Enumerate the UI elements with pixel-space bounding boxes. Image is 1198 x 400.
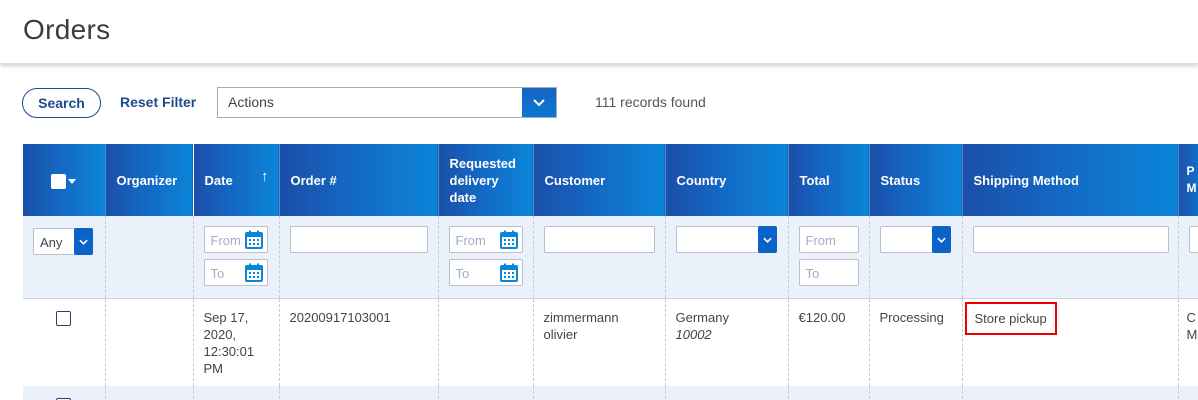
cell-date: Sep 17, 2020, 12:30:01 PM: [193, 297, 280, 386]
cell-total: €120.00: [788, 297, 870, 386]
chevron-down-icon[interactable]: [757, 226, 777, 253]
chevron-down-icon[interactable]: [74, 228, 93, 255]
calendar-icon[interactable]: [499, 263, 518, 282]
calendar-icon[interactable]: [244, 230, 263, 249]
reset-filter-link[interactable]: Reset Filter: [120, 94, 196, 110]
cell-order-number[interactable]: 20200917103001: [279, 297, 439, 386]
select-filter-value: Any: [40, 235, 63, 250]
col-requested-delivery-date[interactable]: Requested delivery date: [438, 144, 534, 216]
cell-customer: zimmermann olivier: [533, 297, 666, 386]
cell-shipping-method: Store pickup: [962, 297, 1179, 386]
cell-country: Germany 10002: [665, 297, 789, 386]
select-all-header[interactable]: [23, 144, 106, 216]
actions-select[interactable]: Actions: [217, 87, 557, 118]
col-shipping-method[interactable]: Shipping Method: [962, 144, 1179, 216]
col-payment-method[interactable]: P M: [1178, 144, 1198, 216]
total-from-input[interactable]: From: [798, 226, 859, 253]
toolbar: Search Reset Filter Actions 111 records …: [0, 86, 1198, 120]
col-date-label: Date: [204, 172, 233, 188]
calendar-icon[interactable]: [244, 263, 263, 282]
select-all-checkbox[interactable]: [51, 173, 67, 189]
table-row[interactable]: Sep 17, 2020, 12:30:01 PM 20200917103001…: [23, 297, 1198, 386]
col-order[interactable]: Order #: [279, 144, 439, 216]
orders-grid: Organizer Date ↑ Order # Requested deliv…: [23, 144, 1198, 400]
col-payment-partial: P M: [1186, 164, 1197, 195]
orders-table: Organizer Date ↑ Order # Requested deliv…: [23, 144, 1198, 400]
col-total[interactable]: Total: [788, 144, 870, 216]
actions-select-value: Actions: [228, 94, 274, 110]
shipping-method-highlight: Store pickup: [964, 301, 1057, 335]
col-status[interactable]: Status: [869, 144, 963, 216]
date-from-placeholder: From: [210, 233, 241, 248]
col-date[interactable]: Date ↑: [193, 144, 280, 216]
cell-payment-method: C M: [1178, 297, 1198, 386]
col-country[interactable]: Country: [665, 144, 789, 216]
chevron-down-icon[interactable]: [931, 226, 951, 253]
records-count: 111 records found: [595, 94, 706, 110]
requested-to-placeholder: To: [455, 266, 470, 281]
status-filter-select[interactable]: [879, 226, 951, 253]
shipping-method-filter-input[interactable]: [972, 226, 1169, 253]
date-to-placeholder: To: [210, 266, 225, 281]
search-button[interactable]: Search: [22, 88, 101, 118]
page-title: Orders: [23, 14, 111, 45]
total-to-input[interactable]: To: [798, 259, 859, 286]
header-row: Organizer Date ↑ Order # Requested deliv…: [23, 144, 1198, 216]
payment-method-filter-input[interactable]: [1188, 226, 1198, 253]
requested-to-input[interactable]: To: [448, 259, 523, 286]
payment-partial-text: C M: [1186, 309, 1198, 342]
cell-requested-delivery-date: [438, 297, 534, 386]
customer-filter-input[interactable]: [543, 226, 655, 253]
row-checkbox[interactable]: [56, 310, 72, 326]
calendar-icon[interactable]: [499, 230, 518, 249]
table-row[interactable]: [23, 386, 1198, 400]
date-from-input[interactable]: From: [203, 226, 268, 253]
caret-down-icon[interactable]: [68, 178, 77, 184]
total-from-placeholder: From: [805, 233, 836, 248]
col-organizer[interactable]: Organizer: [105, 144, 194, 216]
country-filter-select[interactable]: [675, 226, 777, 253]
order-number-filter-input[interactable]: [289, 226, 428, 253]
requested-from-placeholder: From: [455, 233, 486, 248]
col-customer[interactable]: Customer: [533, 144, 666, 216]
date-to-input[interactable]: To: [203, 259, 268, 286]
sort-arrow-up-icon[interactable]: ↑: [261, 168, 269, 185]
chevron-down-icon[interactable]: [522, 88, 556, 117]
total-to-placeholder: To: [805, 266, 820, 281]
page-header: Orders: [0, 0, 1198, 64]
postal-code: 10002: [675, 326, 712, 342]
cell-organizer: [105, 297, 194, 386]
cell-status: Processing: [869, 297, 963, 386]
requested-from-input[interactable]: From: [448, 226, 523, 253]
filter-row: Any From To From To From To: [23, 216, 1198, 298]
select-filter[interactable]: Any: [33, 228, 93, 255]
country-name: Germany: [675, 309, 729, 325]
